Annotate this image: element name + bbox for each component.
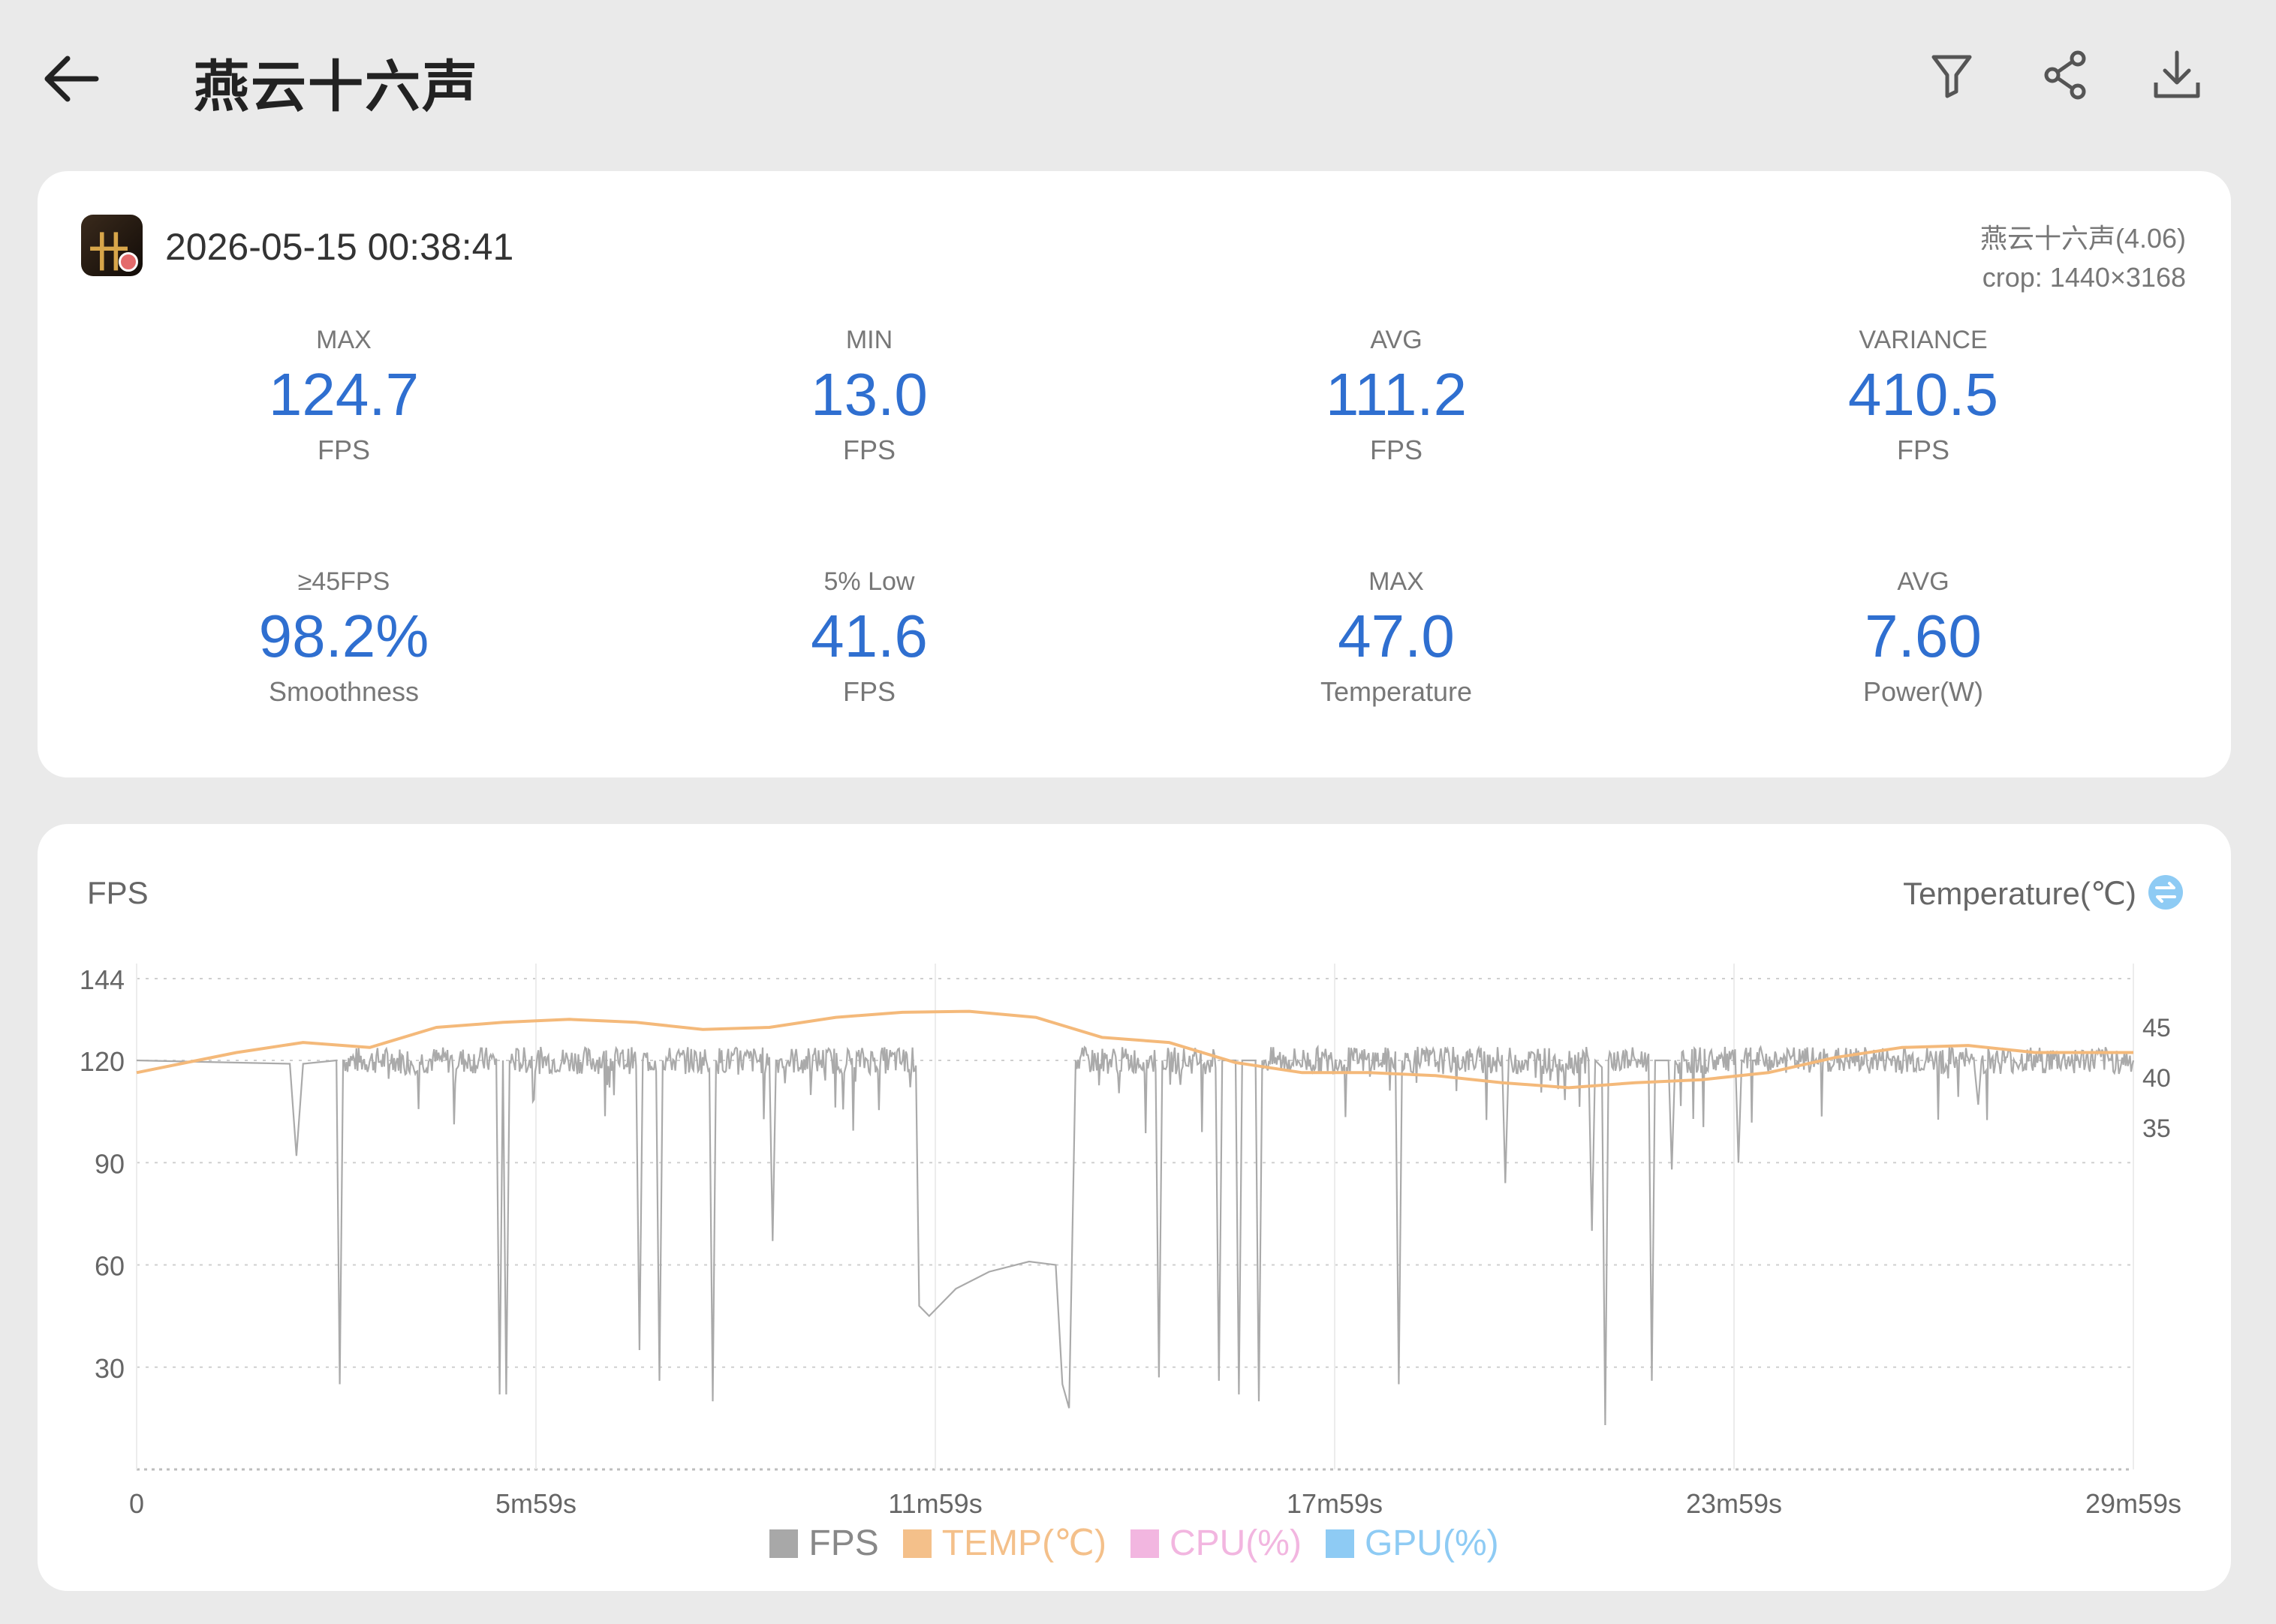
x-tick-label: 11m59s xyxy=(888,1488,982,1514)
stat-avg-power: AVG 7.60 Power(W) xyxy=(1736,563,2111,711)
stat-unit: Smoothness xyxy=(268,676,420,707)
legend-item[interactable]: CPU(%) xyxy=(1130,1523,1302,1564)
y-tick-label: 60 xyxy=(95,1251,125,1282)
top-bar: 燕云十六声 xyxy=(0,0,2276,158)
crop-resolution: crop: 1440×3168 xyxy=(1982,262,2186,293)
stat-max-temperature: MAX 47.0 Temperature xyxy=(1209,563,1584,711)
chart-legend: FPS TEMP(℃) CPU(%) GPU(%) xyxy=(38,1522,2231,1564)
legend-label: TEMP(℃) xyxy=(941,1523,1106,1563)
legend-label: GPU(%) xyxy=(1364,1523,1499,1563)
stat-unit: FPS xyxy=(1896,435,1949,465)
stat-unit: FPS xyxy=(317,435,370,465)
legend-item[interactable]: GPU(%) xyxy=(1325,1523,1499,1564)
stat-label: AVG xyxy=(1370,326,1422,354)
legend-item[interactable]: TEMP(℃) xyxy=(902,1522,1106,1564)
page-title: 燕云十六声 xyxy=(194,56,479,118)
stat-label: MIN xyxy=(845,326,893,354)
stat-value: 13.0 xyxy=(811,361,928,428)
stat-value: 41.6 xyxy=(811,603,928,669)
stat-max-fps: MAX 124.7 FPS xyxy=(156,321,531,470)
x-tick-label: 5m59s xyxy=(495,1488,577,1514)
legend-swatch xyxy=(1325,1529,1354,1558)
stat-label: MAX xyxy=(1368,567,1424,596)
legend-swatch xyxy=(769,1529,799,1558)
stat-label: ≥45FPS xyxy=(297,567,390,596)
record-datetime: 2026-05-15 00:38:41 xyxy=(165,226,514,268)
legend-swatch xyxy=(902,1529,932,1558)
fps-series-line xyxy=(136,1044,2135,1426)
stat-5pct-low: 5% Low 41.6 FPS xyxy=(682,563,1057,711)
legend-label: CPU(%) xyxy=(1169,1523,1302,1563)
stat-smoothness: ≥45FPS 98.2% Smoothness xyxy=(156,563,531,711)
y-tick-label: 30 xyxy=(95,1353,125,1384)
x-tick-label: 29m59s xyxy=(2085,1488,2181,1514)
filter-icon[interactable] xyxy=(1922,45,1982,105)
legend-label: FPS xyxy=(808,1523,879,1563)
stat-min-fps: MIN 13.0 FPS xyxy=(682,321,1057,470)
stat-value: 124.7 xyxy=(268,361,420,428)
stat-value: 98.2% xyxy=(258,603,429,669)
stat-label: 5% Low xyxy=(823,567,915,596)
fps-temperature-chart: 144 120 90 60 30 0 5m59s 11m59s 17m59s 23m59s 29m5… xyxy=(80,964,2181,1514)
y-tick-label: 90 xyxy=(95,1148,125,1179)
legend-swatch xyxy=(1130,1529,1159,1558)
y2-tick-label: 35 xyxy=(2142,1114,2171,1143)
app-icon: 卄 xyxy=(81,215,143,276)
download-icon[interactable] xyxy=(2147,45,2207,105)
y-tick-label: 144 xyxy=(80,964,125,995)
stat-value: 7.60 xyxy=(1865,603,1982,669)
y-tick-label: 120 xyxy=(80,1046,125,1077)
stat-unit: FPS xyxy=(1369,435,1422,465)
legend-item[interactable]: FPS xyxy=(769,1523,879,1564)
temperature-series-line xyxy=(136,1009,2133,1090)
x-tick-label: 23m59s xyxy=(1686,1488,1782,1514)
share-icon[interactable] xyxy=(2036,45,2096,105)
stat-avg-fps: AVG 111.2 FPS xyxy=(1209,321,1584,470)
y2-tick-label: 45 xyxy=(2142,1014,2171,1042)
y2-tick-label: 40 xyxy=(2142,1064,2171,1093)
stat-variance: VARIANCE 410.5 FPS xyxy=(1736,321,2111,470)
stat-label: VARIANCE xyxy=(1859,326,1988,354)
x-tick-label: 0 xyxy=(129,1488,144,1514)
stat-unit: Temperature xyxy=(1320,676,1473,707)
stat-unit: FPS xyxy=(842,435,896,465)
stat-value: 111.2 xyxy=(1325,361,1468,428)
stat-label: AVG xyxy=(1897,567,1949,596)
chart-card: FPS Temperature(℃) 144 120 90 60 30 0 5m59s 11m… xyxy=(38,824,2231,1591)
x-tick-label: 17m59s xyxy=(1287,1488,1383,1514)
stat-value: 47.0 xyxy=(1338,603,1455,669)
summary-card: 卄 2026-05-15 00:38:41 燕云十六声(4.06) crop: … xyxy=(38,171,2231,777)
app-name-version: 燕云十六声(4.06) xyxy=(1979,223,2186,254)
back-arrow-icon[interactable] xyxy=(38,45,105,113)
stat-value: 410.5 xyxy=(1847,361,1999,428)
app-info: 燕云十六声(4.06) crop: 1440×3168 xyxy=(1980,219,2186,297)
stat-label: MAX xyxy=(316,326,372,354)
stat-unit: FPS xyxy=(842,676,896,707)
stat-unit: Power(W) xyxy=(1863,676,1983,707)
